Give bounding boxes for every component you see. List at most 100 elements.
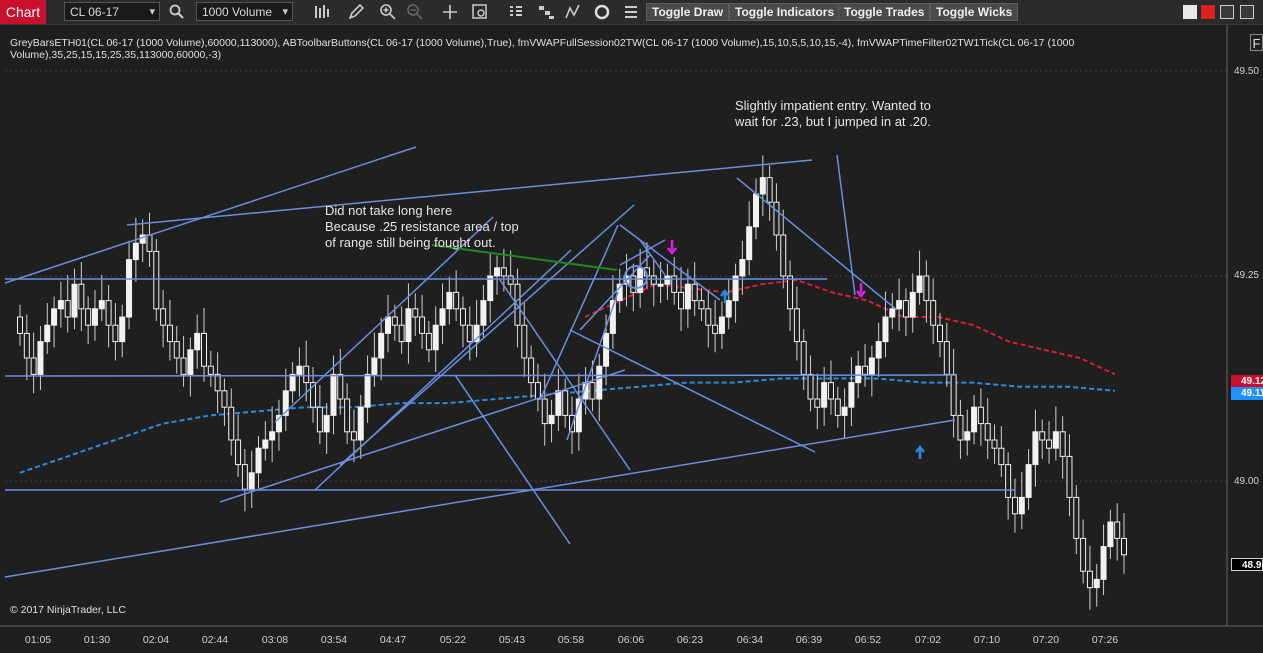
annotation-line: Slightly impatient entry. Wanted to xyxy=(735,98,931,113)
candle-body xyxy=(166,324,173,343)
candle-body xyxy=(705,308,712,326)
restore-button[interactable] xyxy=(1220,5,1234,19)
annotation-resistance: Did not take long here Because .25 resis… xyxy=(325,203,519,251)
corner-button[interactable]: F xyxy=(1250,34,1263,51)
candle-body xyxy=(51,308,58,326)
candle-body xyxy=(132,242,139,261)
candle-body xyxy=(296,365,303,375)
candle-body xyxy=(1066,455,1073,498)
candle-body xyxy=(37,341,44,375)
chart-tab[interactable]: Chart xyxy=(0,0,46,24)
toggle-draw-button[interactable]: Toggle Draw xyxy=(646,3,730,21)
price-chart[interactable] xyxy=(0,25,1263,653)
candle-body xyxy=(64,300,71,318)
candle-body xyxy=(412,308,419,318)
candle-body xyxy=(800,341,807,375)
trendline xyxy=(736,177,898,311)
candle-body xyxy=(228,406,235,441)
price-label: 49.50 xyxy=(1233,66,1259,77)
candle-body xyxy=(793,308,800,343)
zoom-out-icon[interactable] xyxy=(406,3,424,21)
price-label: 49.00 xyxy=(1233,476,1259,487)
data-box-icon[interactable] xyxy=(471,3,489,21)
candle-body xyxy=(848,382,855,408)
candle-body xyxy=(44,324,51,343)
refresh-icon[interactable] xyxy=(593,3,611,21)
candle-body xyxy=(657,283,664,287)
candle-body xyxy=(1039,431,1046,441)
candle-body xyxy=(432,324,439,351)
candle-body xyxy=(780,234,787,277)
candle-body xyxy=(500,267,507,277)
candle-body xyxy=(57,300,64,310)
candle-body xyxy=(23,332,30,359)
candle-body xyxy=(91,308,98,326)
candle-body xyxy=(391,316,398,326)
candle-body xyxy=(773,201,780,236)
bar-type-icon[interactable] xyxy=(312,3,330,21)
candle-body xyxy=(289,373,296,392)
crosshair-icon[interactable] xyxy=(441,3,459,21)
time-label: 06:06 xyxy=(617,634,645,646)
candle-body xyxy=(875,341,882,359)
chart-toolbar: Chart CL 06-17 ▾ 1000 Volume ▾ Toggle Dr… xyxy=(0,0,1263,25)
time-label: 06:39 xyxy=(795,634,823,646)
candle-body xyxy=(1093,578,1100,589)
instrument-selector[interactable]: CL 06-17 ▾ xyxy=(64,2,160,21)
candle-body xyxy=(868,357,875,375)
candle-body xyxy=(534,382,541,400)
candle-body xyxy=(1059,431,1066,457)
strategies-icon[interactable] xyxy=(537,3,555,21)
candle-body xyxy=(480,300,487,326)
indicators-icon[interactable] xyxy=(507,3,525,21)
candle-body xyxy=(507,275,514,285)
candle-body xyxy=(405,308,412,343)
toggle-trades-button[interactable]: Toggle Trades xyxy=(838,3,931,21)
sell-arrow-icon xyxy=(856,283,866,299)
candle-body xyxy=(378,332,385,359)
annotation-entry: Slightly impatient entry. Wanted to wait… xyxy=(735,98,931,130)
toggle-wicks-button[interactable]: Toggle Wicks xyxy=(930,3,1019,21)
candle-body xyxy=(439,308,446,326)
candle-body xyxy=(385,316,391,334)
trendline xyxy=(4,419,956,578)
chevron-down-icon: ▾ xyxy=(282,6,288,18)
candle-body xyxy=(112,324,119,343)
maximize-button[interactable] xyxy=(1240,5,1254,19)
annotation-line: of range still being fought out. xyxy=(325,235,496,250)
candle-body xyxy=(1018,496,1025,515)
pencil-icon[interactable] xyxy=(347,3,365,21)
candle-body xyxy=(718,316,725,334)
candle-body xyxy=(398,324,405,343)
candle-body xyxy=(984,423,991,441)
candle-body xyxy=(1107,521,1114,548)
candle-body xyxy=(821,382,828,408)
candle-body xyxy=(746,226,753,261)
toggle-indicators-button[interactable]: Toggle Indicators xyxy=(729,3,841,21)
candle-body xyxy=(889,308,896,318)
candle-body xyxy=(1005,464,1012,498)
copyright-text: © 2017 NinjaTrader, LLC xyxy=(10,604,126,616)
candle-body xyxy=(1121,537,1127,556)
zoom-in-icon[interactable] xyxy=(379,3,397,21)
candle-body xyxy=(248,472,255,490)
candle-body xyxy=(30,357,37,375)
candle-body xyxy=(71,283,78,318)
buy-arrow-icon xyxy=(915,444,925,459)
candle-body xyxy=(827,382,834,400)
candle-body xyxy=(180,357,187,375)
time-label: 04:47 xyxy=(379,634,407,646)
candle-body xyxy=(909,291,916,318)
drawing-tools-icon[interactable] xyxy=(564,3,582,21)
candle-body xyxy=(323,414,330,433)
close-button[interactable] xyxy=(1201,5,1215,19)
candle-body xyxy=(1011,496,1018,515)
minimize-button[interactable] xyxy=(1183,5,1197,19)
time-label: 02:04 xyxy=(142,634,170,646)
candle-body xyxy=(664,275,671,285)
search-icon[interactable] xyxy=(168,3,186,21)
candle-body xyxy=(364,373,371,408)
period-selector[interactable]: 1000 Volume ▾ xyxy=(196,2,293,21)
properties-icon[interactable] xyxy=(622,3,640,21)
candle-body xyxy=(712,324,719,334)
